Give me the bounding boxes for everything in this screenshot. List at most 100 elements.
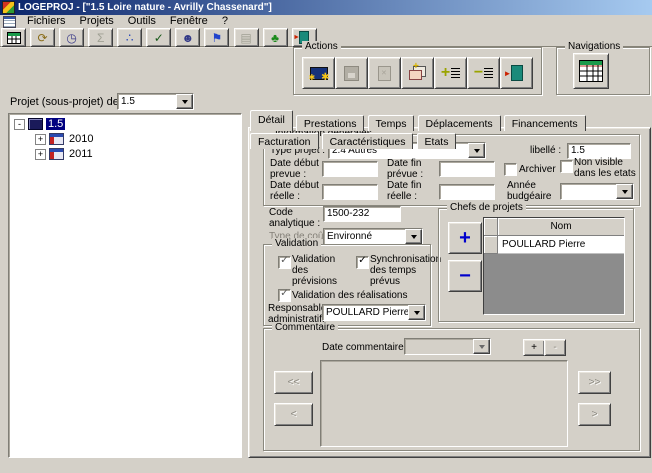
- table-navigation-icon[interactable]: [573, 53, 609, 89]
- tree-item-root[interactable]: - 1.5: [14, 117, 65, 131]
- tree-item-2010[interactable]: + 2010: [35, 132, 95, 146]
- responsable-combo[interactable]: POULLARD Pierre: [322, 304, 426, 321]
- row-selector[interactable]: [484, 236, 498, 254]
- expand-icon[interactable]: +: [35, 149, 46, 160]
- remove-chef-button[interactable]: −: [448, 260, 482, 292]
- chevron-down-icon[interactable]: [468, 143, 485, 158]
- remove-comment-button[interactable]: -: [544, 339, 566, 356]
- project-tree[interactable]: - 1.5 + 2010 + 2011: [8, 113, 242, 458]
- remove-row-icon[interactable]: −: [467, 57, 500, 89]
- tree-item-2011[interactable]: + 2011: [35, 147, 95, 161]
- tab-prestations[interactable]: Prestations: [296, 115, 365, 131]
- windows-structure-icon[interactable]: +: [401, 57, 434, 89]
- date-commentaire-combo[interactable]: [404, 338, 491, 355]
- type-cout-combo[interactable]: Environné: [323, 228, 423, 245]
- date-debut-reelle-field[interactable]: [322, 184, 378, 200]
- collapse-icon[interactable]: -: [14, 119, 25, 130]
- user-icon[interactable]: ☻: [175, 28, 200, 47]
- report-icon[interactable]: ▤: [234, 28, 259, 47]
- validate-icon[interactable]: ✓: [146, 28, 171, 47]
- actions-group: Actions + + −: [293, 47, 542, 95]
- app-icon: [2, 1, 15, 14]
- save-icon[interactable]: [335, 57, 368, 89]
- validation-group-title: Validation: [272, 238, 321, 250]
- code-analytique-field[interactable]: 1500-232: [323, 206, 401, 222]
- add-comment-button[interactable]: +: [523, 339, 545, 356]
- navigations-group: Navigations: [556, 47, 650, 95]
- tree-item-label[interactable]: 2010: [67, 133, 95, 145]
- code-analytique-label: Code analytique :: [269, 207, 321, 229]
- export-icon[interactable]: [368, 57, 401, 89]
- first-comment-button[interactable]: <<: [274, 371, 313, 394]
- clock-icon[interactable]: ◷: [59, 28, 84, 47]
- tab-detail[interactable]: Détail: [250, 110, 293, 131]
- table-row[interactable]: POULLARD Pierre: [484, 236, 624, 254]
- tree-item-label[interactable]: 1.5: [46, 118, 65, 130]
- grid-table-icon[interactable]: [1, 28, 26, 47]
- row-selector: [484, 218, 498, 236]
- menu-projets[interactable]: Projets: [73, 15, 121, 28]
- commentaire-title: Commentaire: [272, 322, 338, 334]
- date-debut-prevue-label: Date début prevue :: [270, 158, 322, 180]
- mdi-child-icon[interactable]: [3, 16, 16, 28]
- date-debut-prevue-field[interactable]: [322, 161, 378, 177]
- chevron-down-icon[interactable]: [408, 305, 425, 320]
- monitor-gears-glyph: [310, 67, 328, 80]
- door-glyph: [511, 65, 523, 81]
- navigations-group-title: Navigations: [565, 41, 623, 53]
- chefs-grid[interactable]: Nom POULLARD Pierre: [483, 217, 625, 315]
- expand-icon[interactable]: +: [35, 134, 46, 145]
- date-fin-prevue-field[interactable]: [439, 161, 495, 177]
- tab-facturation[interactable]: Facturation: [250, 133, 319, 149]
- chevron-down-icon[interactable]: [405, 229, 422, 244]
- table-glyph: [579, 60, 603, 82]
- chevron-down-icon[interactable]: [176, 94, 193, 109]
- non-visible-checkbox[interactable]: [560, 160, 573, 173]
- tab-financements[interactable]: Financements: [504, 115, 586, 131]
- nature-icon[interactable]: ♣: [263, 28, 288, 47]
- chevron-down-icon[interactable]: [616, 184, 633, 199]
- date-fin-reelle-label: Date fin réelle :: [387, 180, 435, 202]
- comment-textarea[interactable]: [320, 360, 568, 447]
- chef-name-cell[interactable]: POULLARD Pierre: [498, 236, 624, 254]
- validation-realisations-checkbox[interactable]: [278, 289, 291, 302]
- sum-icon[interactable]: Σ: [88, 28, 113, 47]
- execute-icon[interactable]: [302, 57, 335, 89]
- title-bar: LOGEPROJ - ["1.5 Loire nature - Avrilly …: [0, 0, 652, 15]
- page-glyph: [378, 66, 391, 81]
- window-title: LOGEPROJ - ["1.5 Loire nature - Avrilly …: [18, 2, 272, 13]
- table-glyph: [7, 32, 21, 44]
- menu-bar: Fichiers Projets Outils Fenêtre ?: [0, 15, 652, 28]
- validation-realisations-label: Validation des réalisations: [292, 290, 407, 301]
- last-comment-button[interactable]: >>: [578, 371, 611, 394]
- chevron-down-icon[interactable]: [473, 339, 490, 354]
- date-fin-reelle-field[interactable]: [439, 184, 495, 200]
- tree-item-label[interactable]: 2011: [67, 148, 95, 160]
- exit-door-icon[interactable]: [500, 57, 533, 89]
- menu-aide[interactable]: ?: [215, 15, 235, 28]
- chefs-projets-group: Chefs de projets + − Nom POULLARD Pierre: [438, 208, 634, 322]
- plus-list-glyph: +: [441, 66, 460, 80]
- archiver-checkbox[interactable]: [504, 163, 517, 176]
- tab-caracteristiques[interactable]: Caractéristiques: [322, 133, 414, 149]
- add-chef-button[interactable]: +: [448, 222, 482, 254]
- menu-fichiers[interactable]: Fichiers: [20, 15, 73, 28]
- project-selector-combo[interactable]: 1.5: [117, 93, 194, 110]
- add-row-icon[interactable]: +: [434, 57, 467, 89]
- flag-icon[interactable]: ⚑: [204, 28, 229, 47]
- menu-outils[interactable]: Outils: [121, 15, 163, 28]
- minus-list-glyph: −: [474, 66, 493, 80]
- next-comment-button[interactable]: >: [578, 403, 611, 426]
- prev-comment-button[interactable]: <: [274, 403, 313, 426]
- planning-icon[interactable]: ∴: [117, 28, 142, 47]
- tab-etats[interactable]: Etats: [417, 133, 457, 149]
- project-year-icon: [49, 148, 64, 160]
- tab-deplacements[interactable]: Déplacements: [418, 115, 501, 131]
- validation-previsions-checkbox[interactable]: [278, 256, 291, 269]
- menu-fenetre[interactable]: Fenêtre: [163, 15, 215, 28]
- annee-budgetaire-combo[interactable]: [560, 183, 634, 200]
- tab-strip: Détail Prestations Temps Déplacements Fi…: [250, 110, 652, 129]
- refresh-clock-icon[interactable]: ⟳: [30, 28, 55, 47]
- synchronisation-checkbox[interactable]: [356, 256, 369, 269]
- tab-temps[interactable]: Temps: [368, 115, 415, 131]
